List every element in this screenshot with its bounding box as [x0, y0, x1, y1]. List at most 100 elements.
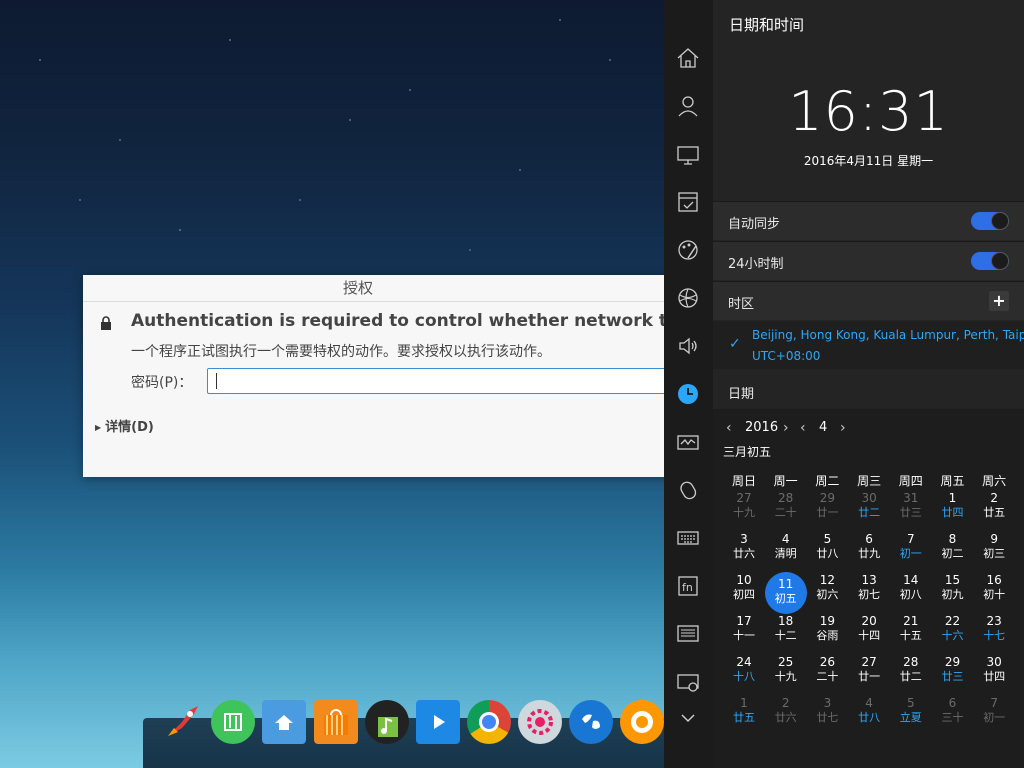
day-number: 23	[986, 614, 1002, 628]
calendar-day[interactable]: 14 初八	[890, 573, 932, 613]
calendar-day[interactable]: 5 廿八	[806, 532, 848, 572]
calendar-day[interactable]: 2 廿五	[973, 491, 1015, 531]
calendar-day[interactable]: 6 廿九	[848, 532, 890, 572]
keyboard-icon[interactable]	[676, 526, 700, 550]
lunar-day: 初一	[899, 547, 922, 560]
prev-month-button[interactable]: ‹	[800, 421, 810, 435]
day-number: 22	[944, 614, 961, 628]
day-number: 1	[948, 491, 957, 505]
next-year-button[interactable]: ›	[783, 421, 793, 435]
password-field[interactable]	[207, 368, 683, 394]
datetime-icon[interactable]	[676, 382, 700, 406]
calendar-day[interactable]: 7 初一	[890, 532, 932, 572]
calendar-day[interactable]: 7 初一	[973, 696, 1015, 736]
deepin-store-icon[interactable]	[211, 700, 255, 744]
weekday-header: 周五	[940, 474, 965, 488]
calendar-day[interactable]: 16 初十	[973, 573, 1015, 613]
calendar-day[interactable]: 22 十六	[932, 614, 974, 654]
day-number: 14	[903, 573, 919, 587]
mouse-icon[interactable]	[676, 478, 700, 502]
chrome-browser-icon[interactable]	[467, 700, 511, 744]
calendar-day[interactable]: 27 廿一	[848, 655, 890, 695]
globe-browser-icon[interactable]	[569, 700, 613, 744]
day-number: 9	[990, 532, 998, 546]
day-number: 8	[948, 532, 957, 546]
weekday-header: 周二	[815, 474, 840, 488]
system-info-icon[interactable]	[676, 671, 700, 695]
calendar-day[interactable]: 21 十五	[890, 614, 932, 654]
calendar-day[interactable]: 26 二十	[806, 655, 848, 695]
fn-key-icon[interactable]: fn	[676, 574, 700, 598]
calendar-day[interactable]: 1 廿五	[723, 696, 765, 736]
day-number: 7	[906, 532, 915, 546]
more-chevron-icon[interactable]	[676, 706, 700, 730]
calendar-day[interactable]: 18 十二	[765, 614, 807, 654]
lunar-day: 廿八	[858, 711, 881, 724]
day-number: 7	[990, 696, 998, 710]
text-caret	[216, 373, 217, 389]
calendar-day[interactable]: 3 廿六	[723, 532, 765, 572]
calendar-day[interactable]: 9 初三	[973, 532, 1015, 572]
calendar-day[interactable]: 28 廿二	[890, 655, 932, 695]
music-player-icon[interactable]	[365, 700, 409, 744]
network-icon[interactable]	[676, 286, 700, 310]
calendar-day[interactable]: 2 廿六	[765, 696, 807, 736]
calendar-day[interactable]: 29 廿一	[806, 491, 848, 531]
calendar-day[interactable]: 30 廿四	[973, 655, 1015, 695]
calendar-day[interactable]: 19 谷雨	[806, 614, 848, 654]
calendar-day[interactable]: 17 十一	[723, 614, 765, 654]
update-icon[interactable]	[676, 622, 700, 646]
prev-year-button[interactable]: ‹	[726, 421, 736, 435]
screen-recorder-icon[interactable]	[620, 700, 664, 744]
calendar-day[interactable]: 27 十九	[723, 491, 765, 531]
sound-icon[interactable]	[676, 334, 700, 358]
home-icon[interactable]	[676, 46, 700, 70]
details-expander[interactable]: ▶ 详情(D)	[95, 416, 154, 435]
next-month-button[interactable]: ›	[840, 421, 850, 435]
hour24-toggle[interactable]	[971, 252, 1009, 270]
settings-gear-icon[interactable]	[518, 700, 562, 744]
date-display: 2016年4月11日 星期一	[803, 154, 934, 168]
calendar-day[interactable]: 25 十九	[765, 655, 807, 695]
day-number: 25	[778, 655, 794, 669]
app-store-bag-icon[interactable]	[314, 700, 358, 744]
calendar-day[interactable]: 20 十四	[848, 614, 890, 654]
calendar-day[interactable]: 8 初二	[932, 532, 974, 572]
calendar-day[interactable]: 3 廿七	[806, 696, 848, 736]
calendar-day[interactable]: 30 廿二	[848, 491, 890, 531]
file-manager-icon[interactable]	[262, 700, 306, 744]
auto-sync-toggle[interactable]	[971, 212, 1009, 230]
expand-triangle-icon: ▶	[95, 423, 102, 432]
calendar-day[interactable]: 28 二十	[765, 491, 807, 531]
user-icon[interactable]	[676, 94, 700, 118]
calendar-day[interactable]: 12 初六	[806, 573, 848, 613]
checkmark-icon: ✓	[729, 336, 741, 352]
lunar-day: 十八	[733, 670, 755, 683]
day-number: 24	[736, 655, 752, 669]
day-number: 30	[986, 655, 1002, 669]
calendar-day[interactable]: 1 廿四	[932, 491, 974, 531]
calendar-day[interactable]: 29 廿三	[932, 655, 974, 695]
personalization-icon[interactable]	[676, 238, 700, 262]
calendar-day[interactable]: 24 十八	[723, 655, 765, 695]
display-icon[interactable]	[676, 143, 700, 167]
calendar-day[interactable]: 13 初七	[848, 573, 890, 613]
default-apps-icon[interactable]	[676, 190, 700, 214]
calendar-day[interactable]: 23 十七	[973, 614, 1015, 654]
calendar-day[interactable]: 10 初四	[723, 573, 765, 613]
calendar-day[interactable]: 5 立夏	[890, 696, 932, 736]
calendar-day[interactable]: 15 初九	[932, 573, 974, 613]
video-player-icon[interactable]	[416, 700, 460, 744]
calendar-day[interactable]: 6 三十	[932, 696, 974, 736]
power-icon[interactable]	[676, 430, 700, 454]
day-number: 29	[944, 655, 961, 669]
timezone-item[interactable]: ✓ Beijing, Hong Kong, Kuala Lumpur, Pert…	[713, 321, 1024, 369]
add-timezone-button[interactable]: +	[989, 291, 1009, 311]
rocket-launcher-icon[interactable]	[160, 700, 204, 744]
calendar-day[interactable]: 4 廿八	[848, 696, 890, 736]
lunar-day: 初一	[983, 711, 1006, 724]
weekday-header: 周日	[731, 474, 756, 488]
calendar-day[interactable]: 11 初五	[765, 577, 807, 617]
calendar-day[interactable]: 31 廿三	[890, 491, 932, 531]
calendar-day[interactable]: 4 清明	[765, 532, 807, 572]
